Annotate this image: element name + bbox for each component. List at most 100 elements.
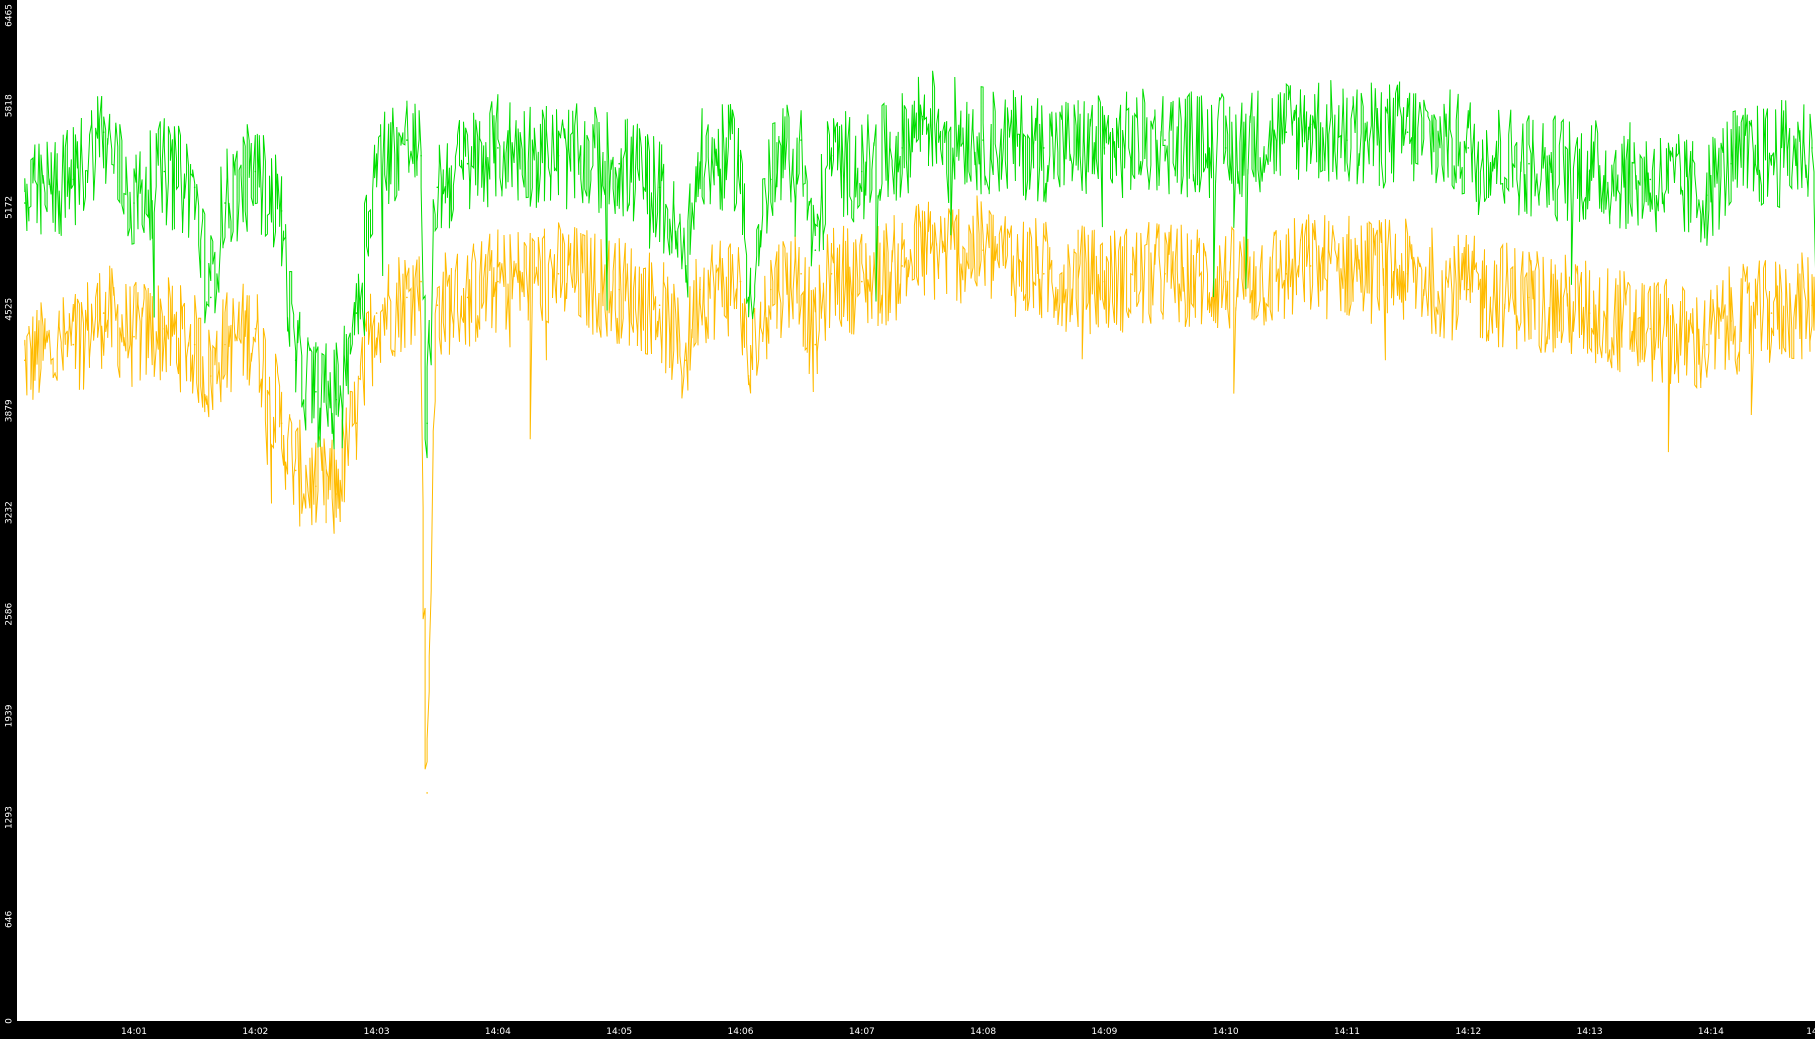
series-1-point <box>982 249 984 251</box>
series-1-point <box>436 304 439 307</box>
series-1-point <box>1770 312 1773 314</box>
series-0-point <box>280 210 283 212</box>
series-1-point <box>1528 296 1530 299</box>
series-0-point <box>1528 162 1530 165</box>
series-0-point <box>557 155 560 157</box>
series-1-point <box>163 328 166 330</box>
x-tick-label: 14:07 <box>849 1027 875 1037</box>
series-1-point <box>830 273 833 275</box>
series-0-point <box>770 178 772 181</box>
series-0-point <box>1406 131 1409 133</box>
series-1-point <box>861 280 863 283</box>
series-1-point <box>814 343 817 346</box>
series-1-point <box>280 422 283 425</box>
series-0-point <box>1224 147 1227 149</box>
x-tick-label: 14:03 <box>364 1027 390 1037</box>
series-0-point <box>1811 147 1813 149</box>
x-tick-label: 14:08 <box>970 1027 996 1037</box>
series-0-point <box>1706 194 1708 196</box>
series-0-point <box>814 249 817 251</box>
series-0-point <box>466 162 469 165</box>
series-1-point <box>420 280 422 283</box>
series-0-point <box>102 131 105 133</box>
series-0-point <box>210 296 212 299</box>
x-tick-label: 14:14 <box>1698 1027 1724 1037</box>
series-0-point <box>254 170 257 173</box>
series-1-point <box>739 280 742 283</box>
series-1-point <box>1346 265 1348 267</box>
series-0-point <box>830 155 833 157</box>
series-1-point <box>1043 273 1045 275</box>
series-1-point <box>1811 304 1813 307</box>
series-1-point <box>133 335 135 338</box>
series-0-point <box>1103 147 1106 149</box>
series-1-point <box>770 288 772 291</box>
series-0-point <box>982 139 984 141</box>
series-0-point <box>1309 123 1312 126</box>
series-1-point <box>1103 280 1106 283</box>
series-1-point <box>210 375 212 377</box>
series-1-point <box>497 280 499 283</box>
series-0-point <box>406 139 408 141</box>
series-0-point <box>315 391 317 393</box>
series-1-point <box>24 359 26 362</box>
x-tick-label: 14:04 <box>485 1027 511 1037</box>
chart-area: 0 646 1293 1939 2586 3232 3879 4525 5172 5818 6465… <box>0 0 1815 1039</box>
x-tick-label: 14:15 <box>1806 1027 1815 1037</box>
series-0-point <box>1285 131 1288 133</box>
series-line-1 <box>24 195 1815 770</box>
series-0-point <box>1043 147 1045 149</box>
series-0-point <box>1164 139 1166 141</box>
series-1-point <box>1164 273 1166 275</box>
x-tick-label: 14:09 <box>1091 1027 1117 1037</box>
series-0-point <box>901 147 903 149</box>
series-0-point <box>1588 170 1591 173</box>
series-0-point <box>739 155 742 157</box>
series-1-point <box>72 343 75 346</box>
series-1-point <box>335 493 338 495</box>
series-1-point <box>375 312 378 314</box>
series-0-point <box>618 162 620 165</box>
series-1-point <box>193 343 196 346</box>
series-1-point <box>685 359 687 362</box>
y-tick-label: 5172 <box>5 196 15 219</box>
series-1-point <box>426 792 428 794</box>
series-0-point <box>800 139 802 141</box>
y-tick-label: 4525 <box>5 298 15 321</box>
chart-svg: 0 646 1293 1939 2586 3232 3879 4525 5172 5818 6465… <box>5 4 1815 1037</box>
series-1-point <box>747 375 750 377</box>
series-0-point <box>420 155 422 157</box>
y-tick-label: 1939 <box>5 704 15 727</box>
series-0-point <box>355 312 358 314</box>
series-0-point <box>747 296 750 299</box>
series-1-point <box>1309 265 1312 267</box>
series-0-point <box>24 202 26 204</box>
series-0-point <box>224 202 226 204</box>
x-tick-label: 14:10 <box>1213 1027 1239 1037</box>
series-1-point <box>658 304 661 307</box>
series-0-point <box>375 162 378 165</box>
series-1-point <box>921 249 924 251</box>
series-0-point <box>1649 178 1652 181</box>
series-1-point <box>224 343 226 346</box>
series-layer <box>24 70 1815 794</box>
series-0-point <box>699 162 701 165</box>
series-1-point <box>1285 273 1288 275</box>
y-tick-layer: 0 646 1293 1939 2586 3232 3879 4525 5172 5818 6465 <box>5 4 15 1024</box>
y-tick-label: 0 <box>5 1018 15 1024</box>
series-1-point <box>406 296 408 299</box>
series-0-point <box>72 178 75 181</box>
series-0-point <box>497 147 499 149</box>
y-tick-label: 6465 <box>5 4 15 27</box>
series-0-point <box>1467 147 1470 149</box>
series-1-point <box>1588 312 1591 314</box>
series-1-point <box>800 273 802 275</box>
series-0-point <box>921 115 924 118</box>
series-0-point <box>426 422 428 425</box>
series-1-point <box>557 273 560 275</box>
series-0-point <box>163 170 166 173</box>
series-1-point <box>618 288 620 291</box>
x-tick-label: 14:12 <box>1455 1027 1481 1037</box>
y-tick-label: 3232 <box>5 501 15 524</box>
series-1-point <box>1406 273 1409 275</box>
